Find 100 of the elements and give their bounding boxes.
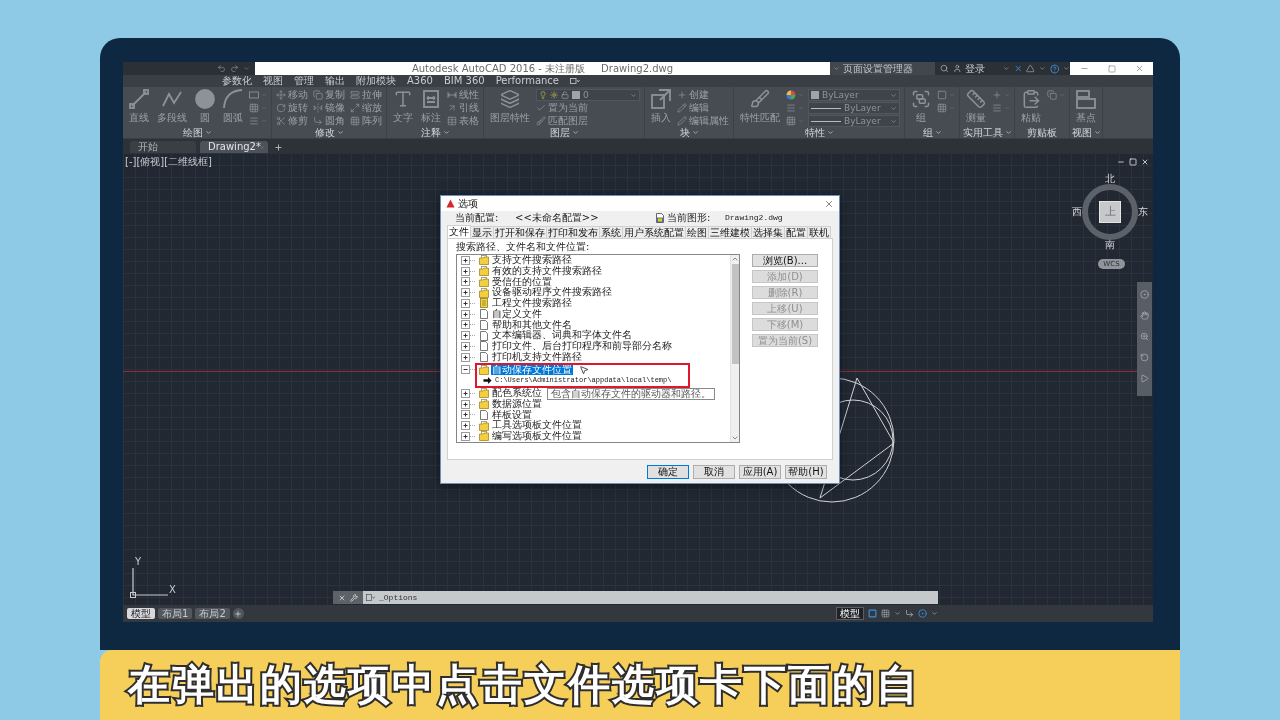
scrollbar-thumb[interactable] xyxy=(731,264,739,364)
tree-item[interactable]: 打印文件、后台打印程序和前导部分名称 xyxy=(491,341,673,352)
ribbon-button[interactable]: 多段线 xyxy=(155,89,189,123)
ribbon-tab[interactable]: Performance xyxy=(495,75,559,87)
caret-icon[interactable] xyxy=(931,610,938,617)
ribbon-button[interactable]: 组 xyxy=(909,89,933,123)
layer-dropdown[interactable]: 0 xyxy=(536,89,640,101)
tree-item[interactable]: 设备驱动程序文件搜索路径 xyxy=(491,287,613,298)
layout-tab[interactable]: 布局2 xyxy=(195,608,230,619)
ribbon-button[interactable]: 置为当前 xyxy=(536,102,640,114)
expand-icon[interactable] xyxy=(461,277,475,287)
tree-item[interactable]: 样板设置 xyxy=(491,409,533,421)
expand-icon[interactable] xyxy=(461,255,475,265)
property-dropdown[interactable]: ByLayer xyxy=(808,115,900,127)
ribbon-button[interactable]: 编辑 xyxy=(677,102,729,114)
command-input[interactable]: _Options xyxy=(363,591,938,604)
ribbon-tab[interactable]: 管理 xyxy=(294,75,314,87)
rotate-icon[interactable] xyxy=(1140,353,1149,362)
tree-item[interactable]: 配色系统位 xyxy=(491,388,543,399)
ribbon-button[interactable] xyxy=(786,89,804,101)
layout-tab[interactable]: 布局1 xyxy=(158,608,193,619)
ribbon-button[interactable] xyxy=(937,102,955,114)
ribbon-tab[interactable]: BIM 360 xyxy=(443,75,485,87)
close-icon[interactable] xyxy=(824,198,834,209)
zoom-in-icon[interactable] xyxy=(1140,332,1149,341)
play-icon[interactable] xyxy=(1140,374,1149,383)
document-tab[interactable]: 开始 xyxy=(130,141,196,153)
ribbon-tab[interactable]: A360 xyxy=(407,75,433,87)
ribbon-button[interactable]: 插入 xyxy=(649,89,673,123)
circle-dot-icon[interactable] xyxy=(1140,290,1149,299)
ribbon-button[interactable]: 线性 xyxy=(447,89,479,101)
tree-item[interactable]: 自动保存文件位置 xyxy=(491,364,573,376)
dialog-tab[interactable]: 三维建模 xyxy=(708,226,752,238)
expand-icon[interactable] xyxy=(461,320,475,330)
x-mark-icon[interactable] xyxy=(1013,64,1023,73)
tree-item[interactable]: 打印机支持文件路径 xyxy=(491,351,583,363)
hand-icon[interactable] xyxy=(1140,311,1149,320)
ribbon-button[interactable]: 缩放 xyxy=(350,102,382,114)
tree-item[interactable]: 有效的支持文件搜索路径 xyxy=(491,265,603,277)
ribbon-button[interactable]: 基点 xyxy=(1074,89,1098,123)
ribbon-button[interactable]: 阵列 xyxy=(350,115,382,127)
caret-icon[interactable] xyxy=(1063,65,1070,72)
ribbon-button[interactable]: 粘贴 xyxy=(1019,89,1043,123)
expand-icon[interactable] xyxy=(461,266,475,276)
ribbon-button[interactable]: 标注 xyxy=(419,89,443,123)
dialog-tab[interactable]: 联机 xyxy=(807,226,831,238)
panel-title[interactable]: 图层 xyxy=(484,127,644,138)
circle-dot-icon[interactable] xyxy=(918,609,927,618)
expand-icon[interactable] xyxy=(461,309,475,319)
dialog-tab[interactable]: 选择集 xyxy=(751,226,785,238)
panel-title[interactable]: 实用工具 xyxy=(960,127,1014,138)
restore-icon[interactable] xyxy=(1129,158,1137,166)
triangle-icon[interactable] xyxy=(1026,64,1036,73)
dialog-button[interactable]: 应用(A) xyxy=(739,465,781,479)
dialog-tab[interactable]: 显示 xyxy=(470,226,494,238)
ribbon-button[interactable]: 图层特性 xyxy=(488,89,532,123)
search-field[interactable]: 页面设置管理器 xyxy=(830,62,935,75)
add-layout-button[interactable] xyxy=(232,608,244,619)
panel-title[interactable]: 特性 xyxy=(734,127,904,138)
caret-icon[interactable] xyxy=(243,65,250,72)
scroll-up-icon[interactable] xyxy=(731,255,739,263)
dialog-tab[interactable]: 文件 xyxy=(447,225,471,238)
dialog-button[interactable]: 确定 xyxy=(647,465,689,479)
document-tab[interactable]: Drawing2* xyxy=(200,141,268,153)
panel-title[interactable]: 剪贴板 xyxy=(1015,127,1069,138)
corner-icon[interactable] xyxy=(905,609,914,618)
help-icon[interactable] xyxy=(1049,63,1060,74)
undo-icon[interactable] xyxy=(217,64,226,73)
property-dropdown[interactable]: ByLayer xyxy=(808,102,900,114)
panel-title[interactable]: 组 xyxy=(905,127,959,138)
ribbon-button[interactable] xyxy=(249,89,267,101)
ribbon-button[interactable]: 引线 xyxy=(447,102,479,114)
ribbon-button[interactable]: 圆 xyxy=(193,89,217,123)
grid-icon[interactable] xyxy=(881,609,890,618)
ribbon-button[interactable]: 编辑属性 xyxy=(677,115,729,127)
ribbon-button[interactable]: 移动 xyxy=(276,89,308,101)
dialog-button[interactable]: 浏览(B)... xyxy=(752,254,818,267)
ribbon-button[interactable]: 创建 xyxy=(677,89,729,101)
close-icon[interactable] xyxy=(1141,158,1149,166)
dialog-button[interactable]: 取消 xyxy=(693,465,735,479)
tree-item[interactable]: 工具选项板文件位置 xyxy=(491,420,583,431)
expand-icon[interactable] xyxy=(461,388,475,398)
panel-title[interactable]: 视图 xyxy=(1070,127,1102,138)
tree-item[interactable]: 编写选项板文件位置 xyxy=(491,431,583,442)
ribbon-tab[interactable]: 输出 xyxy=(325,75,345,87)
ribbon-button[interactable]: 测量 xyxy=(964,89,988,123)
caret-icon[interactable] xyxy=(894,610,901,617)
expand-icon[interactable] xyxy=(461,288,475,298)
expand-icon[interactable] xyxy=(461,399,475,409)
close-icon[interactable] xyxy=(338,593,346,602)
panel-title[interactable]: 注释 xyxy=(387,127,483,138)
ribbon-button[interactable]: 直线 xyxy=(127,89,151,123)
tree-item[interactable]: 帮助和其他文件名 xyxy=(491,319,573,331)
ribbon-button[interactable]: 圆角 xyxy=(313,115,345,127)
expand-icon[interactable] xyxy=(461,341,475,351)
dialog-tab[interactable]: 打印和发布 xyxy=(546,226,600,238)
panel-title[interactable]: 块 xyxy=(645,127,733,138)
ribbon-button[interactable]: 修剪 xyxy=(276,115,308,127)
minimize-icon[interactable] xyxy=(1117,158,1125,166)
compass-ring[interactable] xyxy=(1082,184,1138,240)
